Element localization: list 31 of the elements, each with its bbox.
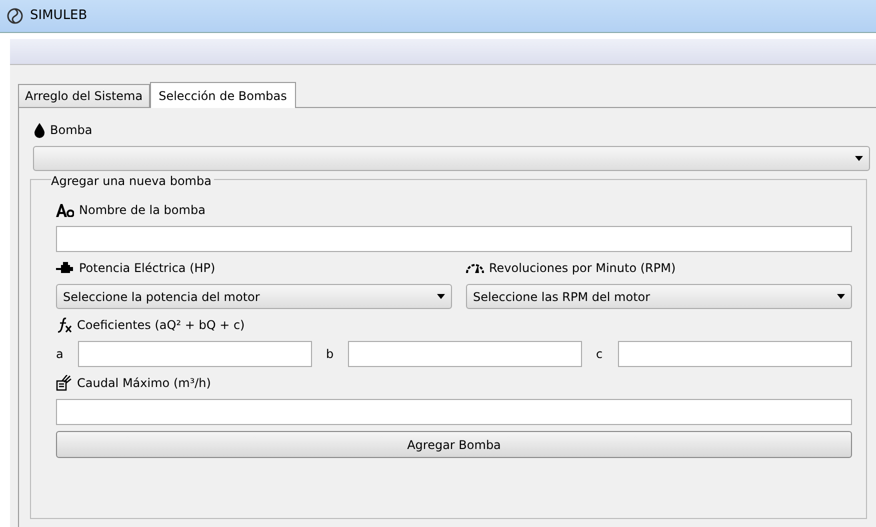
field-label: Potencia Eléctrica (HP) <box>79 260 216 277</box>
coefficient-label: c <box>595 346 604 363</box>
rpm-dropdown[interactable]: Seleccione las RPM del motor <box>466 284 852 309</box>
field-label: Bomba <box>50 122 92 139</box>
field-label: Coeficientes (aQ² + bQ + c) <box>77 317 245 334</box>
input-field[interactable] <box>78 341 312 367</box>
caret-icon <box>837 294 845 299</box>
flow-icon <box>56 375 72 391</box>
add-pump-button[interactable]: Agregar Bomba <box>56 431 852 458</box>
gauge-icon <box>466 262 484 274</box>
font-icon <box>56 204 74 216</box>
caret-icon <box>437 294 445 299</box>
input-field[interactable] <box>618 341 852 367</box>
pump-dropdown[interactable] <box>33 146 870 171</box>
window-title: SIMULEB <box>30 7 88 26</box>
coefficient-label: a <box>56 346 64 363</box>
field-label: Caudal Máximo (m³/h) <box>77 375 211 392</box>
field-label: Revoluciones por Minuto (RPM) <box>489 260 676 277</box>
field-label: Nombre de la bomba <box>79 202 206 219</box>
tab[interactable]: Arreglo del Sistema <box>18 84 150 107</box>
tab[interactable]: Selección de Bombas <box>150 82 296 108</box>
caret-icon <box>855 156 863 161</box>
input-field[interactable] <box>348 341 582 367</box>
coefficient-label: b <box>325 346 335 363</box>
function-icon <box>56 317 72 333</box>
input-field[interactable] <box>56 399 852 425</box>
input-field[interactable] <box>56 226 852 252</box>
drop-icon <box>34 122 45 138</box>
motor-icon <box>56 262 74 274</box>
app-logo-icon <box>6 7 24 25</box>
power-dropdown[interactable]: Seleccione la potencia del motor <box>56 284 452 309</box>
